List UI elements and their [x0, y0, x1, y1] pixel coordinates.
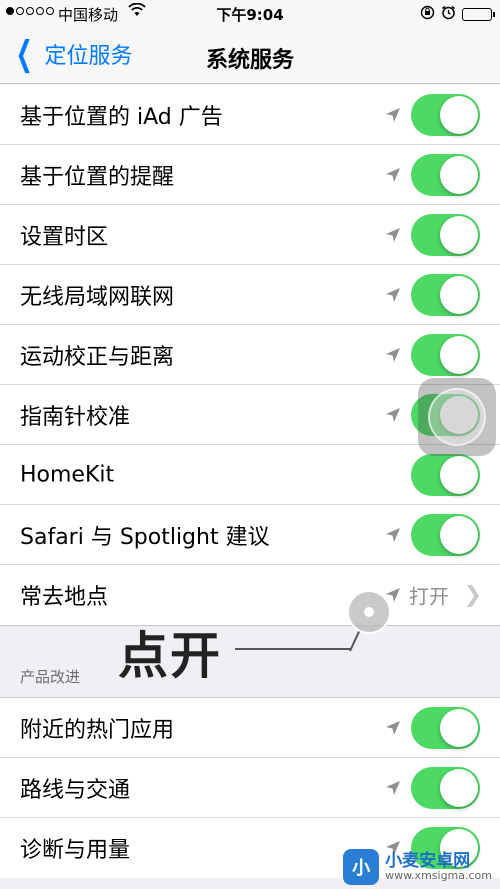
location-arrow-icon [386, 527, 400, 542]
location-arrow-icon [386, 167, 400, 182]
list-item-label: 路线与交通 [20, 777, 131, 803]
toggle-knob [440, 455, 478, 494]
list-item-label: 诊断与用量 [20, 838, 131, 863]
list-item-value: 打开 [409, 584, 449, 609]
annotation-line [235, 648, 351, 650]
toggle-switch[interactable] [411, 273, 480, 316]
list-item-label: 基于位置的提醒 [20, 164, 175, 190]
watermark-title: 小麦安卓网 [385, 850, 471, 871]
chevron-right-icon: ❯ [463, 582, 482, 608]
location-arrow-icon [386, 227, 400, 242]
list-item[interactable]: 设置时区 [0, 205, 500, 265]
toggle-knob [440, 335, 478, 374]
list-item-label: 运动校正与距离 [20, 344, 175, 370]
watermark-logo: 小 [343, 849, 380, 885]
location-arrow-icon [386, 720, 400, 735]
navigation-bar: ❮ 定位服务 系统服务 [0, 28, 500, 84]
section-header: 产品改进 [0, 625, 500, 698]
system-services-list: 基于位置的 iAd 广告 基于位置的提醒 设置时区无线局域网联网 运动校正与距离 指南针… [0, 85, 500, 625]
toggle-knob [440, 215, 478, 254]
list-item-label: 无线局域网联网 [20, 284, 175, 310]
status-bar: 中国移动 下午9:04 [0, 0, 500, 28]
battery-icon [462, 8, 495, 21]
toggle-switch[interactable] [411, 213, 480, 256]
toggle-switch[interactable] [411, 513, 480, 556]
list-item-label: 常去地点 [20, 585, 109, 610]
list-item-label: 基于位置的 iAd 广告 [20, 104, 223, 130]
list-item[interactable]: 运动校正与距离 [0, 325, 500, 385]
location-arrow-icon [386, 780, 400, 795]
list-item-label: 设置时区 [20, 224, 109, 250]
tap-indicator [347, 590, 391, 634]
list-item[interactable]: 常去地点 打开 ❯ [0, 565, 500, 625]
list-item[interactable]: 基于位置的 iAd 广告 [0, 85, 500, 145]
location-arrow-icon [386, 347, 400, 362]
toggle-switch[interactable] [411, 766, 480, 809]
toggle-switch[interactable] [411, 93, 480, 136]
toggle-switch[interactable] [411, 153, 480, 196]
toggle-knob [440, 768, 478, 807]
section-header-label: 产品改进 [20, 668, 81, 686]
list-item[interactable]: 基于位置的提醒 [0, 145, 500, 205]
watermark-url: www.xmsigma.com [385, 869, 492, 883]
toggle-switch[interactable] [411, 706, 480, 749]
list-item-label: Safari 与 Spotlight 建议 [20, 524, 270, 550]
location-arrow-icon [386, 407, 400, 422]
list-item[interactable]: 附近的热门应用 [0, 698, 500, 758]
page-title: 系统服务 [205, 48, 294, 73]
annotation-label: 点开 [118, 627, 222, 685]
rotation-lock-icon [420, 5, 435, 24]
alarm-icon [441, 5, 456, 24]
list-item[interactable]: Safari 与 Spotlight 建议 [0, 505, 500, 565]
watermark: 小 小麦安卓网 www.xmsigma.com [343, 849, 492, 885]
list-item[interactable]: HomeKit [0, 445, 500, 505]
list-item[interactable]: 路线与交通 [0, 758, 500, 818]
list-item-label: 附近的热门应用 [20, 717, 175, 743]
toggle-knob [440, 95, 478, 134]
toggle-knob [440, 708, 478, 747]
toggle-knob [440, 275, 478, 314]
toggle-knob [440, 155, 478, 194]
toggle-switch[interactable] [411, 453, 480, 496]
toggle-knob [440, 515, 478, 554]
assistive-touch-button[interactable] [418, 378, 496, 456]
toggle-switch[interactable] [411, 333, 480, 376]
location-arrow-icon [386, 107, 400, 122]
location-arrow-icon [386, 287, 400, 302]
list-item-label: 指南针校准 [20, 404, 131, 430]
list-item-label: HomeKit [20, 462, 115, 487]
list-item[interactable]: 无线局域网联网 [0, 265, 500, 325]
